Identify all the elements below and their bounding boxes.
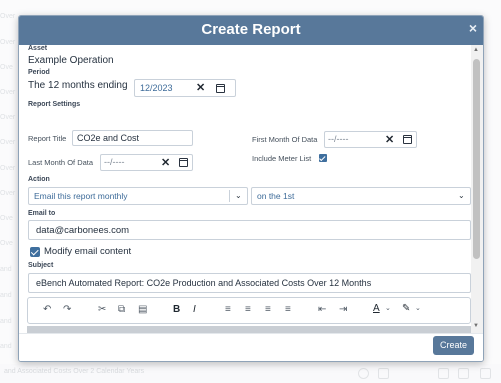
scroll-up-icon[interactable]: ▲: [473, 47, 479, 53]
modal-body: Asset Example Operation Period The 12 mo…: [19, 45, 471, 333]
calendar-icon[interactable]: [216, 84, 225, 93]
scroll-down-icon[interactable]: ▼: [473, 323, 479, 329]
chevron-down-icon[interactable]: ⌄: [458, 191, 465, 200]
editor-toolbar: ↶ ↷ ✂ ⧉ ▤ B I ≡ ≡ ≡ ≡ ⇤ ⇥ A ⌄ ✎ ⌄: [27, 297, 471, 324]
calendar-icon[interactable]: [179, 158, 188, 167]
text-color-icon[interactable]: A: [373, 303, 380, 314]
scrollbar-thumb[interactable]: [473, 59, 480, 259]
highlight-icon[interactable]: ✎: [402, 303, 410, 314]
close-icon[interactable]: ×: [469, 20, 477, 36]
align-center-icon[interactable]: ≡: [245, 304, 251, 315]
subject-label: Subject: [28, 262, 54, 269]
modal-footer: Create: [19, 333, 483, 361]
modify-email-checkbox[interactable]: [30, 247, 40, 257]
action-label: Action: [28, 176, 50, 183]
modal-scrollbar[interactable]: ▲ ▼: [471, 45, 483, 333]
chevron-down-icon[interactable]: ⌄: [235, 191, 242, 200]
select-divider: [229, 190, 230, 202]
cut-icon[interactable]: ✂: [98, 304, 106, 315]
modify-email-label: Modify email content: [44, 246, 132, 257]
action-select-value: Email this report monthly: [34, 191, 128, 201]
last-month-label: Last Month Of Data: [28, 158, 94, 167]
chevron-down-icon[interactable]: ⌄: [385, 304, 391, 312]
editor-area[interactable]: [27, 326, 471, 333]
create-button[interactable]: Create: [433, 336, 474, 355]
email-to-input[interactable]: data@carbonees.com: [28, 220, 471, 240]
clear-icon[interactable]: ✕: [196, 81, 205, 94]
italic-icon[interactable]: I: [193, 304, 196, 315]
report-title-label: Report Title: [28, 134, 67, 143]
clear-icon[interactable]: ✕: [385, 133, 394, 146]
first-month-placeholder: --/----: [328, 134, 349, 144]
create-report-modal: Create Report × Asset Example Operation …: [18, 15, 484, 362]
period-text: The 12 months ending: [28, 80, 128, 91]
action-select[interactable]: Email this report monthly ⌄: [28, 187, 248, 205]
report-title-input[interactable]: CO2e and Cost: [72, 130, 193, 146]
modal-title: Create Report: [201, 21, 301, 38]
calendar-icon[interactable]: [403, 135, 412, 144]
day-select[interactable]: on the 1st ⌄: [251, 187, 471, 205]
day-select-value: on the 1st: [257, 191, 295, 201]
first-month-picker[interactable]: --/---- ✕: [324, 131, 417, 148]
report-settings-label: Report Settings: [28, 101, 81, 108]
chevron-down-icon[interactable]: ⌄: [415, 304, 421, 312]
justify-icon[interactable]: ≡: [285, 304, 291, 315]
email-to-label: Email to: [28, 210, 56, 217]
align-right-icon[interactable]: ≡: [265, 304, 271, 315]
bold-icon[interactable]: B: [173, 304, 180, 315]
outdent-icon[interactable]: ⇤: [318, 304, 326, 315]
modal-header: Create Report ×: [19, 16, 483, 45]
indent-icon[interactable]: ⇥: [339, 304, 347, 315]
period-date-value: 12/2023: [140, 83, 173, 93]
redo-icon[interactable]: ↷: [63, 304, 71, 315]
period-date-picker[interactable]: 12/2023 ✕: [134, 79, 236, 97]
include-meter-list-label: Include Meter List: [252, 154, 312, 163]
copy-icon[interactable]: ⧉: [118, 304, 125, 315]
asset-label: Asset: [28, 45, 48, 52]
last-month-picker[interactable]: --/---- ✕: [100, 154, 193, 171]
clear-icon[interactable]: ✕: [161, 156, 170, 169]
undo-icon[interactable]: ↶: [43, 304, 51, 315]
paste-icon[interactable]: ▤: [138, 304, 147, 315]
include-meter-list-checkbox[interactable]: [319, 154, 327, 162]
period-label: Period: [28, 69, 50, 76]
subject-input[interactable]: eBench Automated Report: CO2e Production…: [28, 273, 471, 293]
asset-value: Example Operation: [28, 55, 114, 66]
last-month-placeholder: --/----: [104, 157, 125, 167]
align-left-icon[interactable]: ≡: [225, 304, 231, 315]
first-month-label: First Month Of Data: [252, 135, 318, 144]
